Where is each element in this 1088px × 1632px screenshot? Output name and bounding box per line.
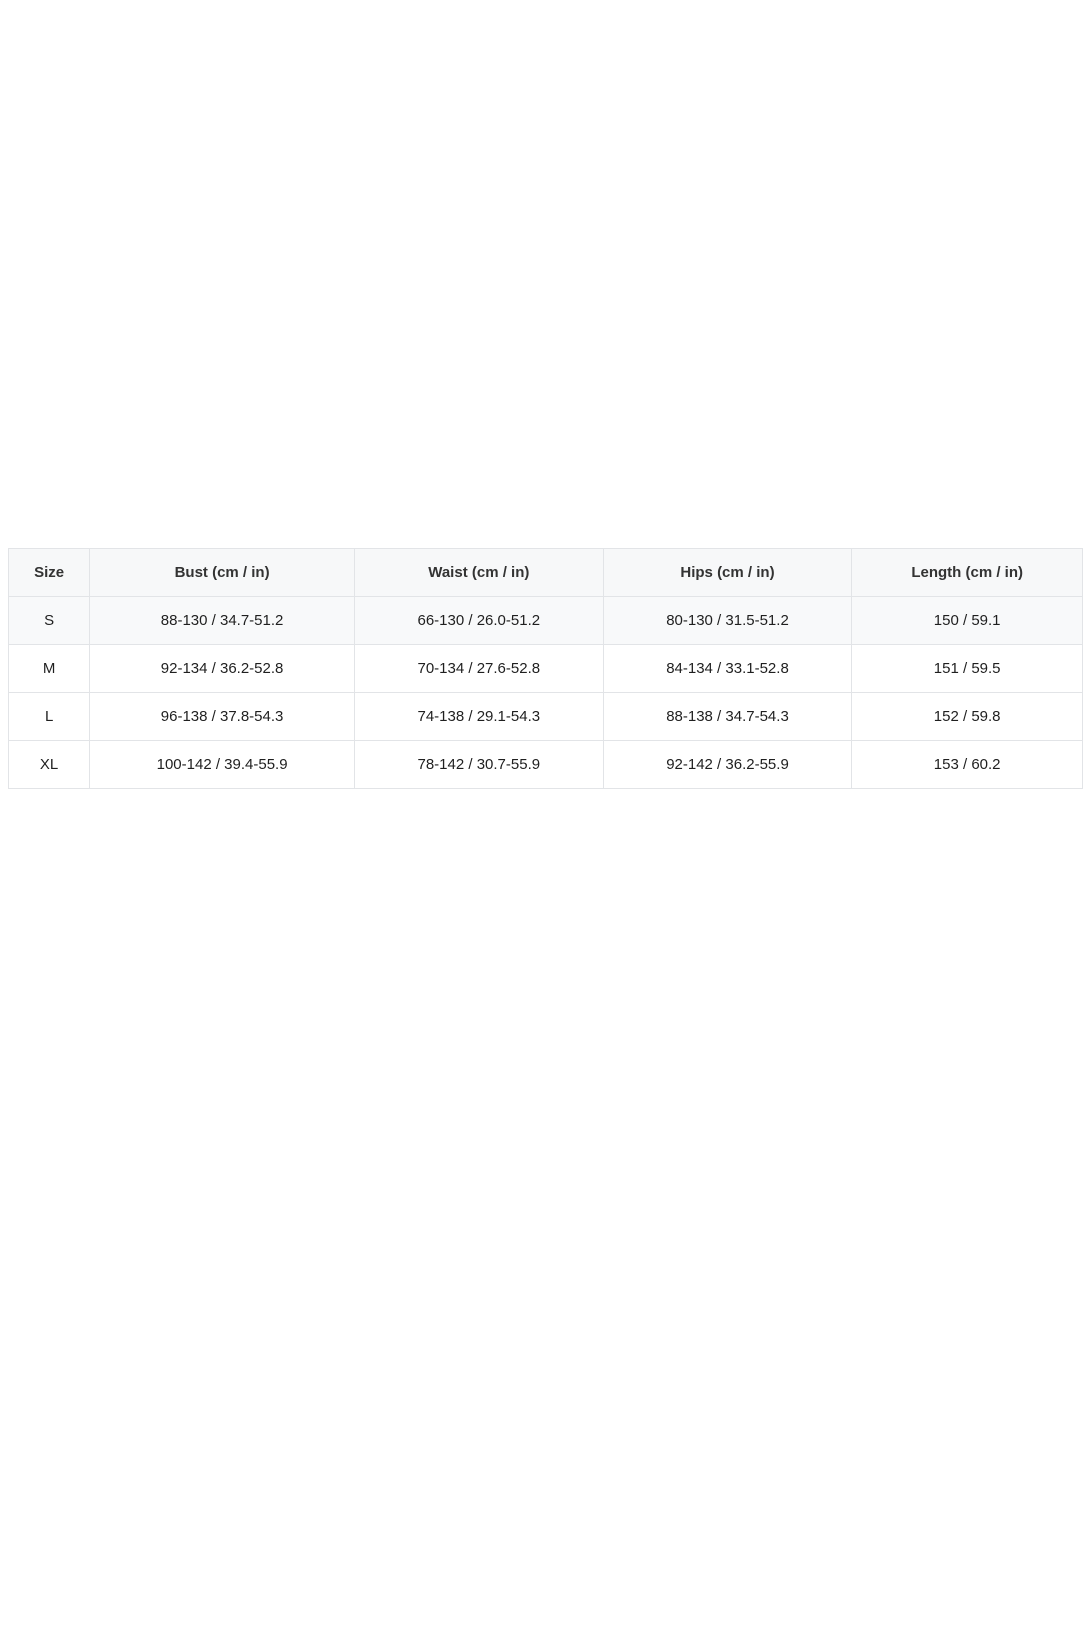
cell-hips: 84-134 / 33.1-52.8 xyxy=(602,644,853,693)
cell-waist: 66-130 / 26.0-51.2 xyxy=(353,596,604,645)
cell-bust: 100-142 / 39.4-55.9 xyxy=(89,740,355,789)
header-length: Length (cm / in) xyxy=(851,548,1083,597)
cell-hips: 80-130 / 31.5-51.2 xyxy=(602,596,853,645)
table-header: Size Bust (cm / in) Waist (cm / in) Hips… xyxy=(7,548,1083,597)
header-hips: Hips (cm / in) xyxy=(602,548,853,597)
cell-hips: 88-138 / 34.7-54.3 xyxy=(602,692,853,741)
cell-bust: 96-138 / 37.8-54.3 xyxy=(89,692,355,741)
cell-size: XL xyxy=(7,740,91,789)
cell-waist: 70-134 / 27.6-52.8 xyxy=(353,644,604,693)
table-row: M 92-134 / 36.2-52.8 70-134 / 27.6-52.8 … xyxy=(7,644,1083,693)
header-row: Size Bust (cm / in) Waist (cm / in) Hips… xyxy=(7,548,1083,597)
cell-size: S xyxy=(7,596,91,645)
table-row: XL 100-142 / 39.4-55.9 78-142 / 30.7-55.… xyxy=(7,740,1083,789)
table-row: S 88-130 / 34.7-51.2 66-130 / 26.0-51.2 … xyxy=(7,596,1083,645)
cell-length: 151 / 59.5 xyxy=(851,644,1083,693)
header-waist: Waist (cm / in) xyxy=(353,548,604,597)
cell-size: L xyxy=(7,692,91,741)
header-size: Size xyxy=(7,548,91,597)
size-chart-table: Size Bust (cm / in) Waist (cm / in) Hips… xyxy=(7,548,1083,789)
cell-length: 152 / 59.8 xyxy=(851,692,1083,741)
cell-size: M xyxy=(7,644,91,693)
cell-waist: 78-142 / 30.7-55.9 xyxy=(353,740,604,789)
table-row: L 96-138 / 37.8-54.3 74-138 / 29.1-54.3 … xyxy=(7,692,1083,741)
cell-hips: 92-142 / 36.2-55.9 xyxy=(602,740,853,789)
table-body: S 88-130 / 34.7-51.2 66-130 / 26.0-51.2 … xyxy=(7,596,1083,789)
cell-length: 153 / 60.2 xyxy=(851,740,1083,789)
cell-waist: 74-138 / 29.1-54.3 xyxy=(353,692,604,741)
header-bust: Bust (cm / in) xyxy=(89,548,355,597)
cell-bust: 92-134 / 36.2-52.8 xyxy=(89,644,355,693)
cell-bust: 88-130 / 34.7-51.2 xyxy=(89,596,355,645)
cell-length: 150 / 59.1 xyxy=(851,596,1083,645)
